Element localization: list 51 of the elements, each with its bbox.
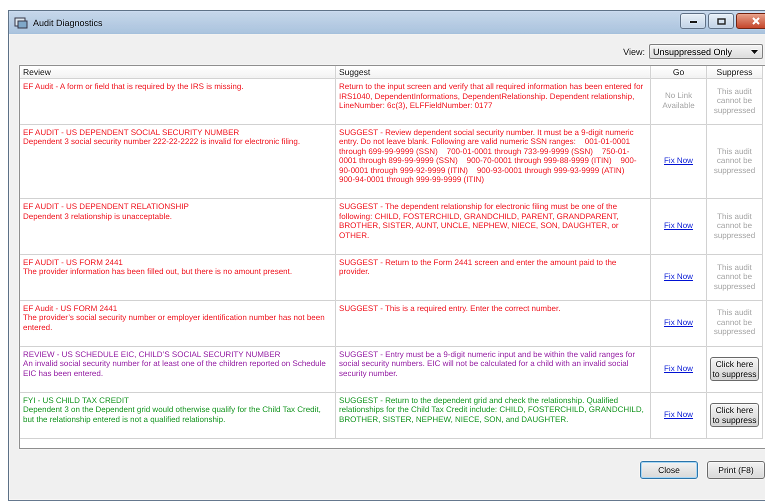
maximize-button[interactable] [708, 13, 734, 29]
review-title: REVIEW - US SCHEDULE EIC, CHILD’S SOCIAL SECURITY NUMBER [23, 350, 282, 360]
review-detail: Dependent 3 social security number 222-22-2222 is invalid for electronic filing. [23, 137, 302, 147]
close-button[interactable] [736, 13, 765, 29]
suggestion-text: SUGGEST - This is a required entry. Enter the correct number. [336, 300, 651, 347]
fix-now-link[interactable]: Fix Now [664, 364, 693, 374]
suppress-column-header: Suppress [707, 66, 763, 79]
suggestion-text: SUGGEST - Review dependent social security number. It must be a 9-digit numeric entry. Do not leave blank. Following are valid numeric SSN ranges: 001-01-0001 through 699-99-9999 (SSN) 700-01-0001 through 733-99-9999 (SSN) 750-01-0001 through 899-99-9999 (SSN) 900-70-0001 through 999-88-9999 (ITIN) 900-90-0001 through 999-92-9999 (ITIN) 900-93-0001 through 999-93-9999 (ATIN) 900-94-0001 through 999-99-9999 (ITIN) [336, 124, 651, 200]
review-detail: The provider information has been filled out, but there is no amount present. [23, 267, 294, 277]
review-detail: The provider’s social security number or employer identification number has not been entered. [23, 313, 326, 332]
fix-now-link[interactable]: Fix Now [664, 410, 693, 420]
not-suppressible-text: This audit cannot be suppressed [712, 86, 756, 116]
review-title: EF AUDIT - US DEPENDENT RELATIONSHIP [23, 202, 190, 212]
not-suppressible-text: This audit cannot be suppressed [712, 146, 756, 176]
close-dialog-button[interactable]: Close [640, 461, 698, 479]
go-column-header: Go [651, 66, 707, 79]
suppress-button[interactable]: Click here to suppress [710, 356, 759, 381]
maximize-icon [716, 18, 726, 24]
print-button[interactable]: Print (F8) [707, 461, 765, 479]
window-icon [14, 16, 28, 28]
review-detail: Dependent 3 on the Dependent grid would otherwise qualify for the Child Tax Credit, but the relationship entered is not a qualified relationship. [23, 405, 322, 424]
minimize-button[interactable] [680, 13, 706, 29]
close-icon [751, 17, 761, 25]
not-suppressible-text: This audit cannot be suppressed [712, 212, 756, 240]
suggestion-text: SUGGEST - Return to the dependent grid and check the relationship. Qualified relationships for the Child Tax Credit include: CHILD, FOSTERCHILD, GRANDCHILD, BROTHER, SISTER, NEPHEW, NIECE, SON, and DAUGHTER. [336, 392, 651, 439]
suppress-button[interactable]: Click here to suppress [710, 402, 759, 427]
fix-now-link[interactable]: Fix Now [664, 318, 693, 328]
suggestion-text: SUGGEST - Return to the Form 2441 screen and enter the amount paid to the provider. [336, 254, 651, 301]
caret-icon [751, 50, 758, 54]
fix-now-link[interactable]: Fix Now [664, 156, 693, 166]
not-suppressible-text: This audit cannot be suppressed [712, 308, 756, 337]
review-title: FYI - US CHILD TAX CREDIT [23, 396, 130, 406]
view-dropdown[interactable]: Unsuppressed Only [649, 44, 763, 59]
suggestion-text: SUGGEST - Entry must be a 9-digit numeric input and be within the valid ranges for social security numbers. EIC will not be calculated for a child with an invalid social security number. [336, 346, 651, 393]
review-title: EF Audit - A form or field that is required by the IRS is missing. [23, 82, 245, 92]
fix-now-link[interactable]: Fix Now [664, 221, 693, 231]
review-title: EF Audit - US FORM 2441 [23, 304, 118, 314]
review-title: EF AUDIT - US DEPENDENT SOCIAL SECURITY NUMBER [23, 128, 240, 138]
not-suppressible-text: This audit cannot be suppressed [712, 262, 756, 292]
suggestion-text: Return to the input screen and verify that all required information has been entered for IRS1040, DependentInformations, DependentRelationship. Dependent relationship, LineNumber: 6c(3), ELFFieldNumber: 0177 [336, 79, 651, 125]
review-detail: An invalid social security number for at least one of the children reported on Schedule EIC has been entered. [23, 359, 327, 378]
fix-now-link[interactable]: Fix Now [664, 272, 693, 282]
minimize-icon [688, 18, 698, 24]
review-detail: Dependent 3 relationship is unacceptable. [23, 212, 173, 222]
window-title: Audit Diagnostics [33, 18, 103, 28]
review-column-header: Review [20, 66, 336, 79]
no-link-text: No Link Available [661, 91, 696, 110]
review-title: EF AUDIT - US FORM 2441 [23, 258, 124, 268]
suggest-column-header: Suggest [336, 66, 651, 79]
view-label: View: [623, 46, 645, 56]
suggestion-text: SUGGEST - The dependent relationship for electronic filing must be one of the following: CHILD, FOSTERCHILD, GRANDCHILD, PARENT, GRANDPARENT, BROTHER, SISTER, AUNT, UNCLE, NEPHEW, NIECE, SON, DAUGHTER, or OTHER. [336, 199, 651, 255]
